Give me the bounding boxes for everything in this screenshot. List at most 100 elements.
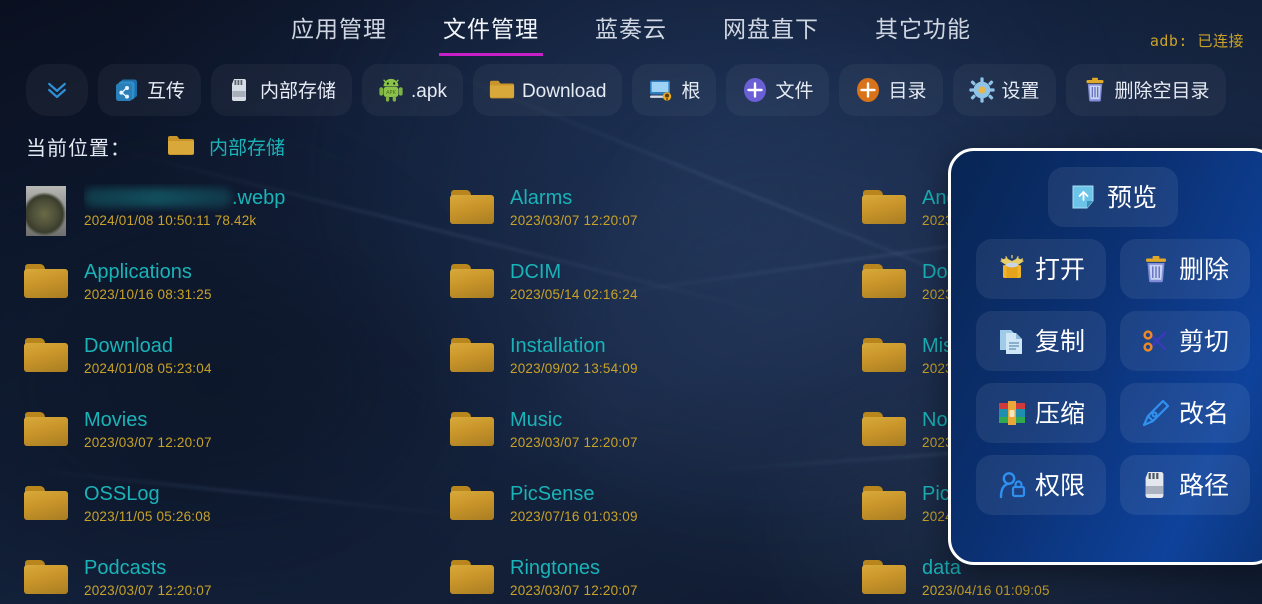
tab-lanzou-cloud[interactable]: 蓝奏云 [589,6,673,56]
current-location-label: 当前位置： [26,137,131,160]
file-name: PicSense [510,483,595,505]
apk-filter-label: .apk [411,80,447,102]
new-file-button[interactable]: 文件 [726,64,830,116]
file-context-menu: 预览 打开 删除 复制 剪切 压缩 改名 权限 路径 [948,148,1262,565]
preview-button[interactable]: 预览 [1048,167,1178,227]
folder-icon [450,558,496,598]
folder-icon [862,188,908,228]
gear-icon [968,77,995,103]
open-button[interactable]: 打开 [976,239,1106,299]
collapse-button[interactable] [26,64,88,116]
delete-button[interactable]: 删除 [1120,239,1250,299]
pen-rename-icon [1141,398,1171,428]
settings-button[interactable]: 设置 [952,64,1056,116]
plus-circle-orange-icon [855,77,881,103]
file-meta: 2023/09/02 13:54:09 [510,361,638,376]
transfer-label: 互传 [147,80,186,102]
folder-icon [24,262,70,302]
settings-label: 设置 [1001,80,1040,102]
file-meta: 2023/03/07 12:20:07 [84,583,212,598]
new-folder-label: 目录 [888,80,927,102]
tab-file-management[interactable]: 文件管理 [437,6,545,56]
file-meta: 2023/03/07 12:20:07 [510,213,638,228]
plus-circle-purple-icon [742,77,768,103]
adb-status-text: adb: 已连接 [1149,32,1244,50]
share-transfer-icon [114,77,140,103]
folder-icon [24,558,70,598]
file-meta: 2024/01/08 10:50:11 78.42k [84,213,257,228]
folder-icon [167,134,195,158]
tab-app-management[interactable]: 应用管理 [285,6,393,56]
file-name: Music [510,409,563,431]
list-item[interactable]: OSSLog 2023/11/05 05:26:08 [0,474,426,548]
list-item[interactable]: Alarms 2023/03/07 12:20:07 [426,178,838,252]
download-folder-button[interactable]: Download [472,64,623,116]
list-item[interactable]: PicSense 2023/07/16 01:03:09 [426,474,838,548]
folder-icon [862,336,908,376]
file-meta: 2023/07/16 01:03:09 [510,509,638,524]
file-meta: 2023/05/14 02:16:24 [510,287,638,302]
svg-text:APK: APK [386,90,396,96]
file-meta: 2023/11/05 05:26:08 [84,509,211,524]
file-toolbar: 互传 内部存储 APK .apk Download 根 文件 目录 设置 删除空… [26,64,1226,116]
path-button[interactable]: 路径 [1120,455,1250,515]
file-name: DCIM [510,261,562,283]
main-tab-bar: 应用管理 文件管理 蓝奏云 网盘直下 其它功能 [0,0,1262,62]
file-name: Installation [510,335,606,357]
folder-icon [24,410,70,450]
delete-empty-dirs-button[interactable]: 删除空目录 [1065,64,1226,116]
tab-netdisk-direct[interactable]: 网盘直下 [717,6,825,56]
internal-storage-button[interactable]: 内部存储 [211,64,353,116]
download-folder-label: Download [521,80,607,102]
file-meta: 2023/03/07 12:20:07 [84,435,212,450]
root-label: 根 [681,80,701,102]
file-name: .webp [84,184,416,212]
list-item[interactable]: Movies 2023/03/07 12:20:07 [0,400,426,474]
compress-button[interactable]: 压缩 [976,383,1106,443]
apk-filter-button[interactable]: APK .apk [362,64,463,116]
transfer-button[interactable]: 互传 [98,64,202,116]
permission-label: 权限 [1034,471,1085,500]
copy-button[interactable]: 复制 [976,311,1106,371]
current-location-value[interactable]: 内部存储 [209,133,285,160]
folder-icon [450,188,496,228]
file-meta: 2023/10/16 08:31:25 [84,287,212,302]
cut-button[interactable]: 剪切 [1120,311,1250,371]
folder-icon [450,484,496,524]
rename-button[interactable]: 改名 [1120,383,1250,443]
delete-empty-dirs-label: 删除空目录 [1114,80,1210,102]
open-box-icon [997,254,1027,284]
list-item[interactable]: .webp 2024/01/08 10:50:11 78.42k [0,178,426,252]
file-meta: 2023/03/07 12:20:07 [510,583,638,598]
list-item[interactable]: Applications 2023/10/16 08:31:25 [0,252,426,326]
file-name: Podcasts [84,557,167,579]
internal-storage-label: 内部存储 [260,80,337,102]
folder-icon [862,484,908,524]
list-item[interactable]: Ringtones 2023/03/07 12:20:07 [426,548,838,604]
trash-icon [1141,254,1171,284]
list-item[interactable]: Download 2024/01/08 05:23:04 [0,326,426,400]
permission-lock-icon [997,470,1027,500]
tab-other-features[interactable]: 其它功能 [869,6,977,56]
file-name: Movies [84,409,148,431]
compress-archive-icon [997,398,1027,428]
root-monitor-icon [648,77,674,103]
folder-icon [450,410,496,450]
folder-icon [24,336,70,376]
root-button[interactable]: 根 [632,64,717,116]
copy-label: 复制 [1034,327,1085,356]
list-item[interactable]: Music 2023/03/07 12:20:07 [426,400,838,474]
new-folder-button[interactable]: 目录 [839,64,943,116]
file-name: Alarms [510,187,573,209]
android-apk-icon: APK [378,77,404,103]
list-item[interactable]: Podcasts 2023/03/07 12:20:07 [0,548,426,604]
list-item[interactable]: Installation 2023/09/02 13:54:09 [426,326,838,400]
permission-button[interactable]: 权限 [976,455,1106,515]
file-meta: 2023/04/16 01:09:05 [922,583,1050,598]
sdcard-icon [227,77,253,103]
folder-icon [862,262,908,302]
scissors-icon [1141,326,1171,356]
list-item[interactable]: DCIM 2023/05/14 02:16:24 [426,252,838,326]
file-name: Download [84,335,173,357]
open-label: 打开 [1034,255,1085,284]
